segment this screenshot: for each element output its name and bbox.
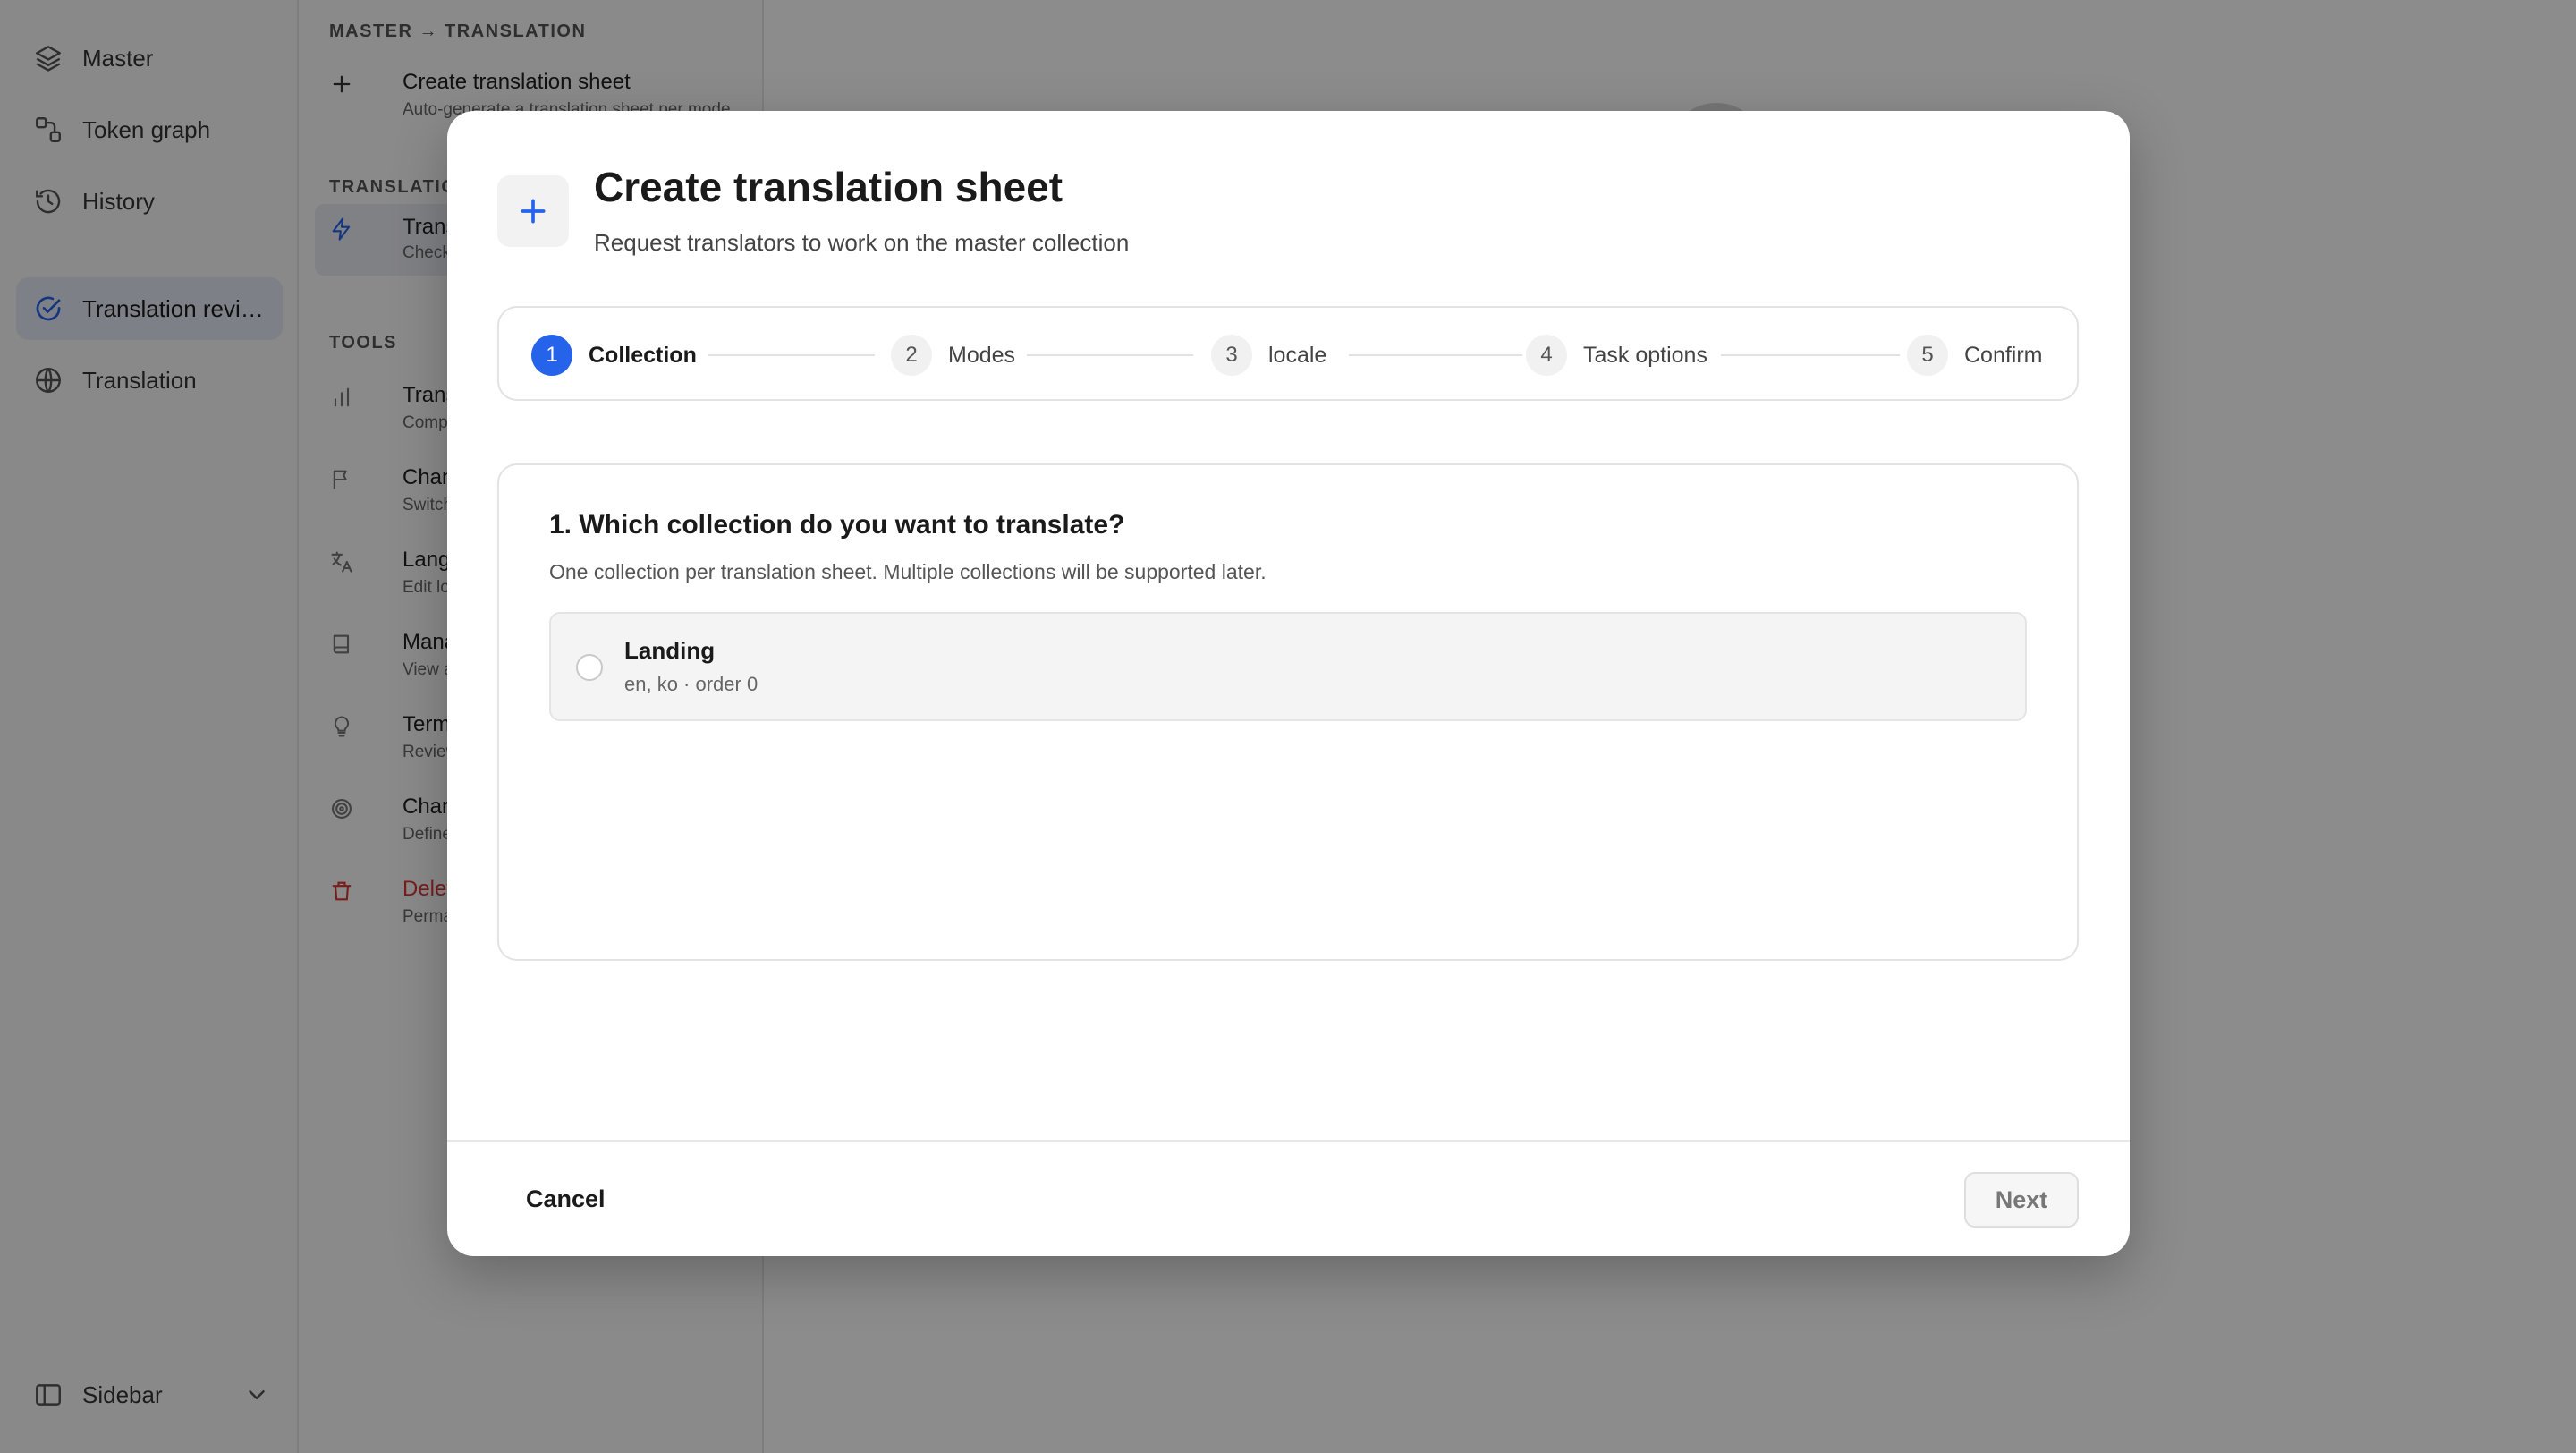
step-locale[interactable]: 3 locale: [1211, 335, 1326, 376]
step-label: Confirm: [1964, 342, 2043, 368]
collection-option-landing[interactable]: Landing en, ko · order 0: [549, 612, 2027, 721]
step-label: Modes: [948, 342, 1016, 368]
step-connector: [708, 354, 875, 356]
plus-icon: [497, 175, 569, 247]
create-translation-sheet-dialog: Create translation sheet Request transla…: [447, 111, 2130, 1256]
dialog-footer: Cancel Next: [447, 1140, 2130, 1258]
step-question: 1. Which collection do you want to trans…: [549, 510, 1125, 540]
collection-radio[interactable]: [576, 654, 603, 681]
stepper: 1 Collection 2 Modes 3 locale 4 Task opt…: [497, 306, 2079, 401]
step-number: 2: [891, 335, 932, 376]
step-task-options[interactable]: 4 Task options: [1526, 335, 1707, 376]
cancel-button[interactable]: Cancel: [503, 1174, 629, 1224]
collection-name: Landing: [624, 637, 716, 664]
dialog-subtitle: Request translators to work on the maste…: [594, 229, 1130, 256]
step-number: 1: [531, 335, 572, 376]
step-modes[interactable]: 2 Modes: [891, 335, 1015, 376]
step-connector: [1721, 354, 1900, 356]
step-collection[interactable]: 1 Collection: [531, 335, 697, 376]
step-number: 3: [1211, 335, 1252, 376]
step-connector: [1349, 354, 1522, 356]
step-confirm[interactable]: 5 Confirm: [1907, 335, 2043, 376]
dialog-title: Create translation sheet: [594, 164, 1063, 210]
step-label: Task options: [1583, 342, 1707, 368]
collection-meta: en, ko · order 0: [624, 673, 758, 695]
collection-step-card: 1. Which collection do you want to trans…: [497, 463, 2079, 961]
step-label: locale: [1268, 342, 1327, 368]
next-button[interactable]: Next: [1964, 1172, 2079, 1228]
step-connector: [1027, 354, 1193, 356]
step-number: 5: [1907, 335, 1948, 376]
step-label: Collection: [589, 342, 697, 368]
step-description: One collection per translation sheet. Mu…: [549, 560, 1267, 583]
step-number: 4: [1526, 335, 1567, 376]
